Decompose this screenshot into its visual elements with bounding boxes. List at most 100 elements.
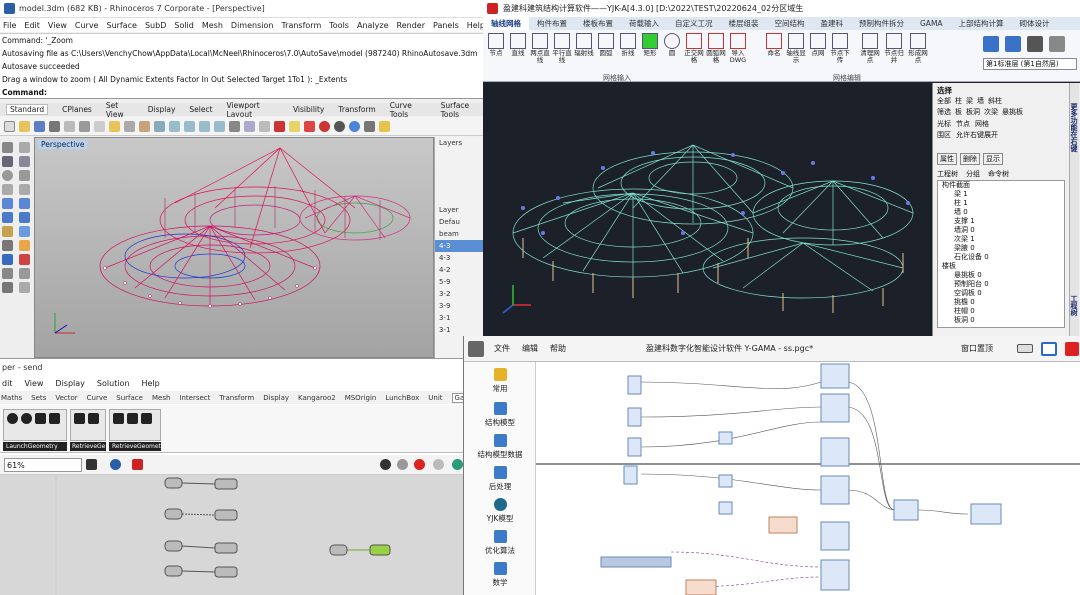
tool-two-point-line[interactable]: 两点直线 xyxy=(529,33,551,64)
lock-icon[interactable] xyxy=(274,120,285,132)
help-icon[interactable] xyxy=(379,120,390,132)
opt-cantilever[interactable]: 悬挑板 xyxy=(1002,107,1023,117)
new-file-icon[interactable] xyxy=(4,120,15,132)
layer-row[interactable]: 4-3 xyxy=(435,252,483,264)
viewport-label[interactable]: Perspective xyxy=(38,140,88,149)
extrude-icon[interactable] xyxy=(19,198,30,209)
tool-line[interactable]: 直线 xyxy=(507,33,529,57)
circle-icon[interactable] xyxy=(2,170,13,181)
zoom-selected-icon[interactable] xyxy=(214,120,225,132)
tab-floor-assembly[interactable]: 楼层组装 xyxy=(721,17,767,30)
gh-menu-edit[interactable]: dit xyxy=(2,379,12,388)
tab-custom-case[interactable]: 自定义工况 xyxy=(667,17,721,30)
layer-row[interactable]: beam xyxy=(435,228,483,240)
delete-button[interactable]: 删除 xyxy=(960,153,980,165)
pin-icon[interactable] xyxy=(127,413,138,424)
tab-axis-grid[interactable]: 轴线网格 xyxy=(483,17,529,30)
tab-select[interactable]: Select xyxy=(189,105,212,114)
opt-slant-column[interactable]: 斜柱 xyxy=(988,96,1002,106)
gama-side-math[interactable]: 数学 xyxy=(464,562,536,588)
tool-merge-nodes[interactable]: 节点归并 xyxy=(883,33,905,64)
tool-polyline[interactable]: 折线 xyxy=(617,33,639,57)
opt-secondary-beam[interactable]: 次梁 xyxy=(984,107,998,117)
menu-panels[interactable]: Panels xyxy=(433,21,459,30)
pin-icon[interactable] xyxy=(141,413,152,424)
menu-render[interactable]: Render xyxy=(397,21,425,30)
menu-view[interactable]: View xyxy=(48,21,67,30)
split-icon[interactable] xyxy=(19,254,30,265)
opt-right-click-expand[interactable]: 允许右键展开 xyxy=(956,130,998,140)
trim-icon[interactable] xyxy=(2,254,13,265)
pan-hand-icon[interactable] xyxy=(139,120,150,132)
menu-file[interactable]: File xyxy=(3,21,16,30)
menu-surface[interactable]: Surface xyxy=(106,21,136,30)
eye-icon[interactable] xyxy=(110,459,121,470)
pin-icon[interactable] xyxy=(113,413,124,424)
save-icon[interactable] xyxy=(34,120,45,132)
gh-canvas[interactable] xyxy=(0,475,463,595)
zoom-extents-icon[interactable] xyxy=(199,120,210,132)
layer-row[interactable]: 3-1 xyxy=(435,324,483,336)
pin-window-toggle[interactable]: 窗口置顶 xyxy=(961,343,993,354)
opt-grid[interactable]: 网格 xyxy=(975,119,989,129)
tool-circle[interactable]: 圆 xyxy=(661,33,683,57)
opt-beam[interactable]: 梁 xyxy=(966,96,973,106)
box-icon[interactable] xyxy=(2,212,13,223)
menu-dimension[interactable]: Dimension xyxy=(231,21,274,30)
options-icon[interactable] xyxy=(364,120,375,132)
tree-node[interactable]: 预制阳台 0 xyxy=(942,280,1064,289)
minimize-icon[interactable] xyxy=(1017,344,1033,353)
tree-node[interactable]: 墙洞 0 xyxy=(942,226,1064,235)
gama-side-optimize[interactable]: 优化算法 xyxy=(464,530,536,556)
point-tool-icon[interactable] xyxy=(19,142,30,153)
tab-display[interactable]: Display xyxy=(148,105,176,114)
pin-icon[interactable] xyxy=(35,413,46,424)
tree-node[interactable]: 挑檐 0 xyxy=(942,298,1064,307)
tree-node[interactable]: 支撑 1 xyxy=(942,217,1064,226)
layer-row[interactable]: 3-2 xyxy=(435,288,483,300)
gama-menu-help[interactable]: 帮助 xyxy=(550,343,566,354)
tab-standard[interactable]: Standard xyxy=(6,104,49,115)
tab-yjk[interactable]: 盈建科 xyxy=(813,17,852,30)
light-icon[interactable] xyxy=(289,120,300,132)
wire-preview-icon[interactable] xyxy=(397,459,408,470)
layer-row[interactable]: Defau xyxy=(435,216,483,228)
tree-node[interactable]: 构件截面 xyxy=(942,181,1064,190)
gh-tab-curve[interactable]: Curve xyxy=(87,394,108,402)
tab-space-structure[interactable]: 空间结构 xyxy=(767,17,813,30)
import-icon[interactable] xyxy=(64,120,75,132)
gh-tab-display[interactable]: Display xyxy=(263,394,289,402)
gh-tab-maths[interactable]: Maths xyxy=(1,394,22,402)
opt-all[interactable]: 全部 xyxy=(937,96,951,106)
paste-icon[interactable] xyxy=(109,120,120,132)
curve-icon[interactable] xyxy=(19,156,30,167)
gama-menu-edit[interactable]: 编辑 xyxy=(522,343,538,354)
rotate-icon[interactable] xyxy=(2,282,13,293)
tool-axis-display[interactable]: 轴线显示 xyxy=(785,33,807,64)
tool-rectangle[interactable]: 矩形 xyxy=(639,33,661,57)
menu-subd[interactable]: SubD xyxy=(145,21,166,30)
target-icon[interactable] xyxy=(7,413,18,424)
dimension-icon[interactable] xyxy=(2,240,13,251)
copy-icon[interactable] xyxy=(94,120,105,132)
tool-naming[interactable]: 命名 xyxy=(763,33,785,57)
tree-node[interactable]: 空调板 0 xyxy=(942,289,1064,298)
gama-side-structure-data[interactable]: 结构模型数据 xyxy=(464,434,536,460)
layer-row[interactable]: 3-1 xyxy=(435,312,483,324)
tab-member-layout[interactable]: 构件布置 xyxy=(529,17,575,30)
point-icon[interactable] xyxy=(259,120,270,132)
gh-tab-gama[interactable]: Gama xyxy=(451,392,463,403)
pen-icon[interactable] xyxy=(132,459,143,470)
tool-arc[interactable]: 圆弧 xyxy=(595,33,617,57)
zoom-dropdown[interactable]: 61% xyxy=(4,458,82,472)
gama-side-structure[interactable]: 结构模型 xyxy=(464,402,536,428)
gh-tab-sets[interactable]: Sets xyxy=(31,394,46,402)
tree-node[interactable]: 柱帽 0 xyxy=(942,307,1064,316)
tool-ortho-grid[interactable]: 正交网格 xyxy=(683,33,705,64)
tool-clean-nodes[interactable]: 清理网点 xyxy=(859,33,881,64)
props-button[interactable]: 属性 xyxy=(937,153,957,165)
tab-viewport-layout[interactable]: Viewport Layout xyxy=(227,101,279,119)
menu-mesh[interactable]: Mesh xyxy=(202,21,223,30)
tree-node[interactable]: 板洞 0 xyxy=(942,316,1064,325)
perspective-viewport[interactable]: Perspective xyxy=(34,137,434,358)
